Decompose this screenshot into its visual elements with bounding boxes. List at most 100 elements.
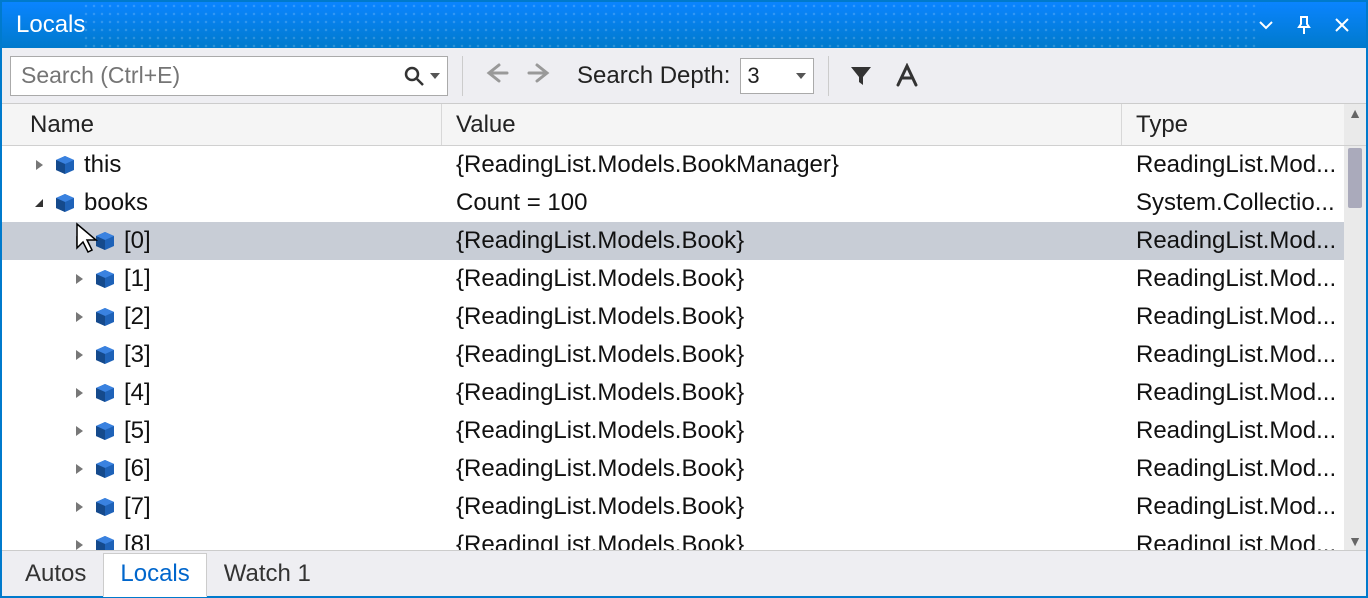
locals-window: Locals Search Depth:	[0, 0, 1368, 598]
variable-row[interactable]: [2] {ReadingList.Models.Book}ReadingList.…	[2, 298, 1366, 336]
variable-type: ReadingList.Mod...	[1122, 227, 1366, 255]
variable-value: {ReadingList.Models.Book}	[442, 341, 1122, 369]
variable-row[interactable]: [0] {ReadingList.Models.Book}ReadingList.…	[2, 222, 1366, 260]
window-title: Locals	[16, 11, 85, 39]
variable-value: {ReadingList.Models.Book}	[442, 417, 1122, 445]
scroll-up-icon[interactable]: ▲	[1348, 104, 1362, 122]
search-depth-label: Search Depth:	[577, 62, 730, 90]
separator	[828, 56, 829, 96]
variable-value: {ReadingList.Models.Book}	[442, 379, 1122, 407]
expand-toggle[interactable]	[70, 384, 88, 402]
variable-type: ReadingList.Mod...	[1122, 417, 1366, 445]
expand-toggle[interactable]	[70, 422, 88, 440]
object-icon	[54, 154, 76, 176]
variable-type: ReadingList.Mod...	[1122, 265, 1366, 293]
object-icon	[94, 382, 116, 404]
object-icon	[54, 192, 76, 214]
column-header-name[interactable]: Name	[2, 104, 442, 145]
variable-name: [4]	[124, 379, 151, 407]
search-input[interactable]	[19, 61, 401, 90]
variable-name: [7]	[124, 493, 151, 521]
variable-name: books	[84, 189, 148, 217]
variable-type: ReadingList.Mod...	[1122, 303, 1366, 331]
text-style-icon[interactable]	[889, 58, 925, 94]
expand-toggle[interactable]	[70, 460, 88, 478]
search-depth-select[interactable]: 3	[740, 58, 814, 94]
object-icon	[94, 268, 116, 290]
nav-back-button[interactable]	[477, 61, 513, 91]
window-menu-button[interactable]	[1252, 11, 1280, 39]
variable-type: System.Collectio...	[1122, 189, 1366, 217]
variable-name: [1]	[124, 265, 151, 293]
variable-type: ReadingList.Mod...	[1122, 341, 1366, 369]
variable-value: {ReadingList.Models.Book}	[442, 531, 1122, 550]
variable-value: {ReadingList.Models.Book}	[442, 227, 1122, 255]
search-depth-value: 3	[747, 63, 759, 89]
object-icon	[94, 534, 116, 550]
tab-autos[interactable]: Autos	[8, 553, 103, 597]
column-header-value[interactable]: Value	[442, 104, 1122, 145]
separator	[462, 56, 463, 96]
search-input-container[interactable]	[10, 56, 448, 96]
variable-row[interactable]: [8] {ReadingList.Models.Book}ReadingList.…	[2, 526, 1366, 550]
variable-row[interactable]: [5] {ReadingList.Models.Book}ReadingList.…	[2, 412, 1366, 450]
variable-value: {ReadingList.Models.Book}	[442, 303, 1122, 331]
titlebar: Locals	[2, 2, 1366, 48]
object-icon	[94, 344, 116, 366]
expand-toggle[interactable]	[30, 194, 48, 212]
variable-name: [5]	[124, 417, 151, 445]
search-dropdown-icon[interactable]	[427, 70, 443, 82]
object-icon	[94, 230, 116, 252]
variable-row[interactable]: [1] {ReadingList.Models.Book}ReadingList.…	[2, 260, 1366, 298]
scroll-down-icon[interactable]: ▼	[1348, 532, 1362, 550]
variable-name: [8]	[124, 531, 151, 550]
variable-row[interactable]: books Count = 100System.Collectio...	[2, 184, 1366, 222]
expand-toggle[interactable]	[70, 536, 88, 550]
variable-type: ReadingList.Mod...	[1122, 493, 1366, 521]
variable-row[interactable]: [6] {ReadingList.Models.Book}ReadingList.…	[2, 450, 1366, 488]
object-icon	[94, 306, 116, 328]
variable-type: ReadingList.Mod...	[1122, 379, 1366, 407]
expand-toggle[interactable]	[70, 346, 88, 364]
variable-type: ReadingList.Mod...	[1122, 151, 1366, 179]
bottom-tabs: AutosLocalsWatch 1	[2, 550, 1366, 596]
expand-toggle[interactable]	[70, 232, 88, 250]
header-scroll-up[interactable]: ▲	[1344, 104, 1366, 145]
close-icon[interactable]	[1328, 11, 1356, 39]
variable-type: ReadingList.Mod...	[1122, 531, 1366, 550]
search-icon[interactable]	[401, 65, 427, 87]
nav-forward-button[interactable]	[523, 61, 559, 91]
variable-value: {ReadingList.Models.Book}	[442, 493, 1122, 521]
pin-icon[interactable]	[1290, 11, 1318, 39]
tab-watch-1[interactable]: Watch 1	[207, 553, 328, 597]
variable-name: [0]	[124, 227, 151, 255]
expand-toggle[interactable]	[70, 308, 88, 326]
vertical-scrollbar[interactable]: ▼	[1344, 146, 1366, 550]
filter-icon[interactable]	[843, 58, 879, 94]
toolbar: Search Depth: 3	[2, 48, 1366, 104]
variable-value: {ReadingList.Models.BookManager}	[442, 151, 1122, 179]
variable-value: {ReadingList.Models.Book}	[442, 265, 1122, 293]
object-icon	[94, 420, 116, 442]
variable-name: [2]	[124, 303, 151, 331]
variable-row[interactable]: [7] {ReadingList.Models.Book}ReadingList.…	[2, 488, 1366, 526]
tab-locals[interactable]: Locals	[103, 553, 206, 597]
column-header-type[interactable]: Type	[1122, 104, 1366, 145]
expand-toggle[interactable]	[70, 498, 88, 516]
variable-type: ReadingList.Mod...	[1122, 455, 1366, 483]
expand-toggle[interactable]	[30, 156, 48, 174]
variable-rows: ▼ this{ReadingList.Models.BookManager}Re…	[2, 146, 1366, 550]
variable-name: [3]	[124, 341, 151, 369]
scrollbar-thumb[interactable]	[1348, 148, 1362, 208]
column-headers: Name Value Type ▲	[2, 104, 1366, 146]
variable-value: {ReadingList.Models.Book}	[442, 455, 1122, 483]
variable-name: this	[84, 151, 121, 179]
variable-row[interactable]: this {ReadingList.Models.BookManager}Read…	[2, 146, 1366, 184]
object-icon	[94, 458, 116, 480]
object-icon	[94, 496, 116, 518]
variable-value: Count = 100	[442, 189, 1122, 217]
expand-toggle[interactable]	[70, 270, 88, 288]
variable-name: [6]	[124, 455, 151, 483]
variable-row[interactable]: [4] {ReadingList.Models.Book}ReadingList.…	[2, 374, 1366, 412]
variable-row[interactable]: [3] {ReadingList.Models.Book}ReadingList.…	[2, 336, 1366, 374]
